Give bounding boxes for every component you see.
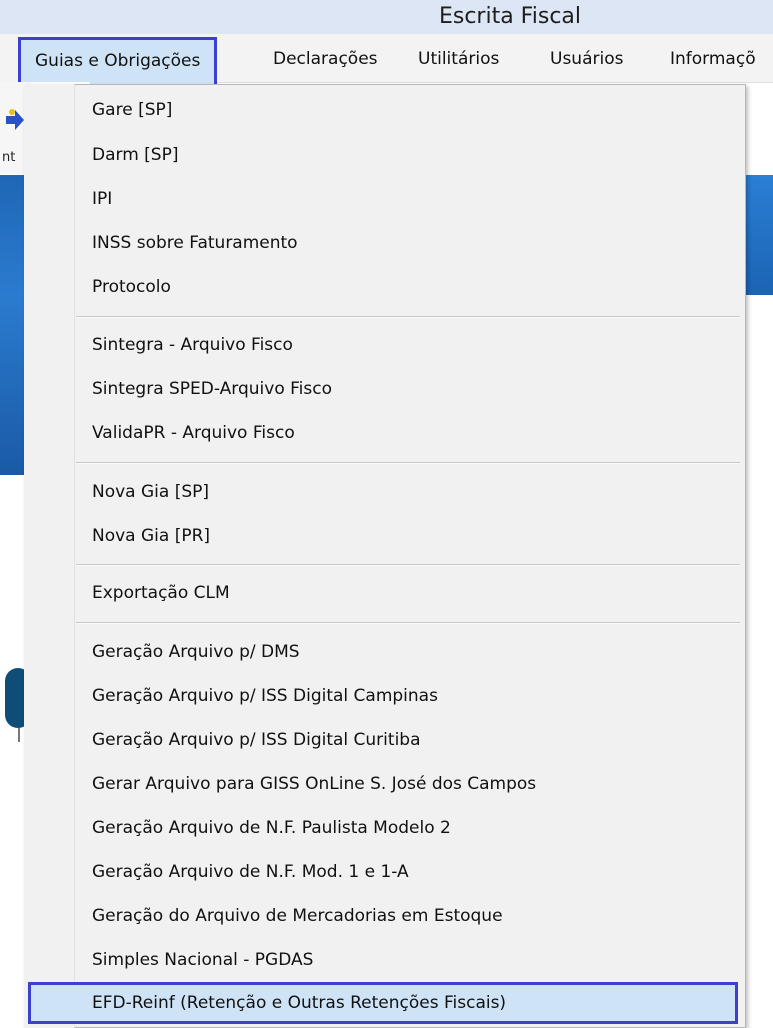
- menu-item-simples-nacional[interactable]: Simples Nacional - PGDAS: [92, 948, 313, 972]
- menu-separator: [76, 564, 740, 566]
- window-title: Escrita Fiscal: [438, 4, 582, 29]
- menu-utilitarios[interactable]: Utilitários: [418, 44, 499, 74]
- menu-item-giss-online[interactable]: Gerar Arquivo para GISS OnLine S. José d…: [92, 772, 536, 796]
- menu-declaracoes[interactable]: Declarações: [273, 44, 378, 74]
- arrow-right-icon[interactable]: [6, 108, 24, 132]
- menu-item-geracao-dms[interactable]: Geração Arquivo p/ DMS: [92, 640, 300, 664]
- menu-usuarios[interactable]: Usuários: [550, 44, 623, 74]
- menu-item-ipi[interactable]: IPI: [92, 187, 112, 211]
- menu-item-sintegra-arquivo-fisco[interactable]: Sintegra - Arquivo Fisco: [92, 333, 293, 357]
- menu-item-exportacao-clm[interactable]: Exportação CLM: [92, 581, 230, 605]
- menu-item-protocolo[interactable]: Protocolo: [92, 275, 171, 299]
- toolbar-label-fragment: nt: [2, 150, 16, 165]
- menu-item-darm-sp[interactable]: Darm [SP]: [92, 143, 178, 167]
- menu-item-inss-faturamento[interactable]: INSS sobre Faturamento: [92, 231, 298, 255]
- menu-item-mercadorias-estoque[interactable]: Geração do Arquivo de Mercadorias em Est…: [92, 904, 503, 928]
- menu-item-nova-gia-pr[interactable]: Nova Gia [PR]: [92, 524, 210, 548]
- menu-separator: [76, 622, 740, 624]
- menu-item-sintegra-sped[interactable]: Sintegra SPED-Arquivo Fisco: [92, 377, 332, 401]
- menu-item-validapr[interactable]: ValidaPR - Arquivo Fisco: [92, 421, 295, 445]
- menu-item-nova-gia-sp[interactable]: Nova Gia [SP]: [92, 480, 209, 504]
- title-bar: Escrita Fiscal: [0, 0, 773, 34]
- menu-informacoes[interactable]: Informaçõ: [670, 44, 756, 74]
- menu-guias-obrigacoes[interactable]: Guias e Obrigações: [18, 37, 218, 87]
- menu-item-gare-sp[interactable]: Gare [SP]: [92, 98, 172, 122]
- menu-item-iss-campinas[interactable]: Geração Arquivo p/ ISS Digital Campinas: [92, 684, 438, 708]
- menu-item-iss-curitiba[interactable]: Geração Arquivo p/ ISS Digital Curitiba: [92, 728, 421, 752]
- menu-icon-gutter: [24, 84, 75, 1028]
- menu-item-nf-mod1[interactable]: Geração Arquivo de N.F. Mod. 1 e 1-A: [92, 860, 409, 884]
- guias-obrigacoes-dropdown: [24, 84, 746, 1028]
- menu-item-efd-reinf[interactable]: EFD-Reinf (Retenção e Outras Retenções F…: [92, 991, 506, 1015]
- menu-separator: [76, 316, 740, 318]
- menu-item-nf-paulista[interactable]: Geração Arquivo de N.F. Paulista Modelo …: [92, 816, 451, 840]
- menu-separator: [76, 462, 740, 464]
